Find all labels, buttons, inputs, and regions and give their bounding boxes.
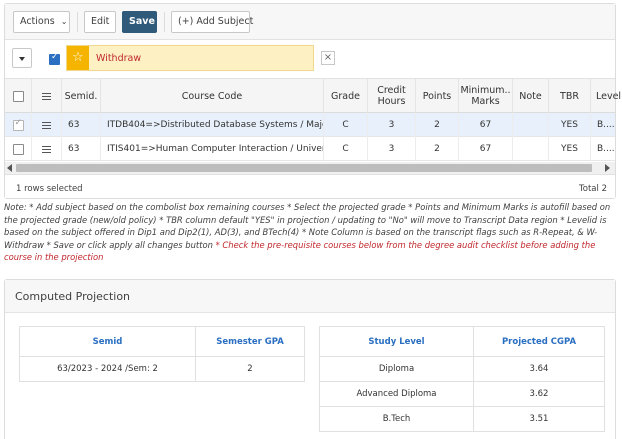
cell-study-level: Advanced Diploma <box>319 381 474 407</box>
col-header-levelid[interactable]: Leveli <box>591 79 622 113</box>
scroll-right-icon[interactable] <box>605 164 610 172</box>
table-row: B.Tech 3.51 <box>319 406 605 432</box>
hamburger-icon <box>42 145 51 153</box>
star-icon: ☆ <box>67 46 89 70</box>
col-header-course-code[interactable]: Course Code <box>101 79 324 113</box>
cell-course-code[interactable]: ITDB404=>Distributed Database Systems / … <box>101 113 324 137</box>
hamburger-icon <box>42 121 51 129</box>
row-checkbox[interactable] <box>12 118 24 131</box>
caret-down-icon <box>19 57 25 61</box>
cell-projected-cgpa: 3.62 <box>473 381 605 407</box>
cell-credit-hours[interactable]: 3 <box>368 137 416 161</box>
table-row: 63/2023 - 2024 /Sem: 2 2 <box>19 356 305 382</box>
select-all-checkbox[interactable] <box>12 90 24 102</box>
col-header-credit-hours[interactable]: Credit Hours <box>368 79 416 113</box>
actions-label: Actions <box>20 16 55 27</box>
toolbar-divider <box>164 12 165 32</box>
cell-semid[interactable]: 63 <box>62 113 101 137</box>
semester-gpa-table: Semid Semester GPA 63/2023 - 2024 /Sem: … <box>19 326 305 382</box>
computed-projection-panel: Computed Projection Semid Semester GPA 6… <box>4 279 616 439</box>
filter-enable-checkbox[interactable] <box>49 52 60 65</box>
select-all-cell <box>5 79 32 113</box>
interactive-grid: Actions ⌄ Edit Save (+) Add Subject ☆ Wi… <box>4 3 622 199</box>
col-header-projected-cgpa[interactable]: Projected CGPA <box>473 326 605 357</box>
table-row: Diploma 3.64 <box>319 356 605 382</box>
cell-tbr[interactable]: YES <box>549 113 591 137</box>
cell-minimum-marks[interactable]: 67 <box>459 137 513 161</box>
scrollbar-thumb[interactable] <box>16 164 592 172</box>
filter-toggle-button[interactable] <box>12 48 32 68</box>
actions-menu-button[interactable]: Actions ⌄ <box>13 11 70 33</box>
cell-tbr[interactable]: YES <box>549 137 591 161</box>
cell-note[interactable] <box>513 137 549 161</box>
cell-projected-cgpa: 3.64 <box>473 356 605 382</box>
toolbar-divider <box>77 12 78 32</box>
hamburger-icon <box>42 92 51 100</box>
scroll-left-icon[interactable] <box>7 164 12 172</box>
panel-title: Computed Projection <box>5 280 615 313</box>
cell-grade[interactable]: C <box>324 137 368 161</box>
horizontal-scrollbar[interactable] <box>5 162 615 174</box>
grid-header: Semid. Course Code Grade Credit Hours Po… <box>5 79 622 113</box>
row-select-cell <box>5 113 32 137</box>
cell-semid[interactable]: 63 <box>62 137 101 161</box>
row-menu-cell[interactable] <box>32 113 62 137</box>
row-menu-cell[interactable] <box>32 137 62 161</box>
col-header-points[interactable]: Points <box>416 79 459 113</box>
cell-credit-hours[interactable]: 3 <box>368 113 416 137</box>
col-header-semid[interactable]: Semid. <box>62 79 101 113</box>
row-checkbox[interactable] <box>12 143 24 155</box>
col-header-semid[interactable]: Semid <box>19 326 196 357</box>
filter-bar: ☆ Withdraw × <box>5 40 615 79</box>
cell-levelid[interactable]: B.... <box>591 113 615 137</box>
row-select-cell <box>5 137 32 161</box>
add-subject-button[interactable]: (+) Add Subject <box>171 11 253 33</box>
cell-note[interactable] <box>513 113 549 137</box>
close-icon[interactable]: × <box>321 51 335 65</box>
table-row[interactable]: 63 ITDB404=>Distributed Database Systems… <box>5 113 615 137</box>
col-header-tbr[interactable]: TBR <box>549 79 591 113</box>
selection-count: 1 rows selected <box>16 184 83 194</box>
cell-points[interactable]: 2 <box>416 113 459 137</box>
cell-study-level: B.Tech <box>319 406 474 432</box>
cell-study-level: Diploma <box>319 356 474 382</box>
projected-cgpa-table: Study Level Projected CGPA Diploma 3.64 … <box>319 326 605 432</box>
total-count: Total 2 <box>579 184 607 194</box>
cell-projected-cgpa: 3.51 <box>473 406 605 432</box>
edit-button[interactable]: Edit <box>84 11 116 33</box>
instructions-note: Note: * Add subject based on the comboli… <box>4 201 618 264</box>
grid-toolbar: Actions ⌄ Edit Save (+) Add Subject <box>5 4 615 40</box>
table-row: Advanced Diploma 3.62 <box>319 381 605 407</box>
col-header-grade[interactable]: Grade <box>324 79 368 113</box>
row-menu-header <box>32 79 62 113</box>
cell-minimum-marks[interactable]: 67 <box>459 113 513 137</box>
filter-label: Withdraw <box>96 53 142 64</box>
cell-points[interactable]: 2 <box>416 137 459 161</box>
cell-course-code[interactable]: ITIS401=>Human Computer Interaction / Un… <box>101 137 324 161</box>
col-header-note[interactable]: Note <box>513 79 549 113</box>
cell-grade[interactable]: C <box>324 113 368 137</box>
col-header-semester-gpa[interactable]: Semester GPA <box>195 326 305 357</box>
table-row[interactable]: 63 ITIS401=>Human Computer Interaction /… <box>5 137 615 161</box>
col-header-study-level[interactable]: Study Level <box>319 326 474 357</box>
grid-footer: 1 rows selected Total 2 <box>5 174 615 198</box>
cell-semid: 63/2023 - 2024 /Sem: 2 <box>19 356 196 382</box>
cell-levelid[interactable]: B.... <box>591 137 615 161</box>
chevron-down-icon: ⌄ <box>60 17 68 26</box>
cell-semester-gpa: 2 <box>195 356 305 382</box>
filter-chip[interactable]: ☆ Withdraw <box>66 45 314 71</box>
save-button[interactable]: Save <box>122 11 157 33</box>
col-header-minimum-marks[interactable]: Minimum.. Marks <box>459 79 513 113</box>
